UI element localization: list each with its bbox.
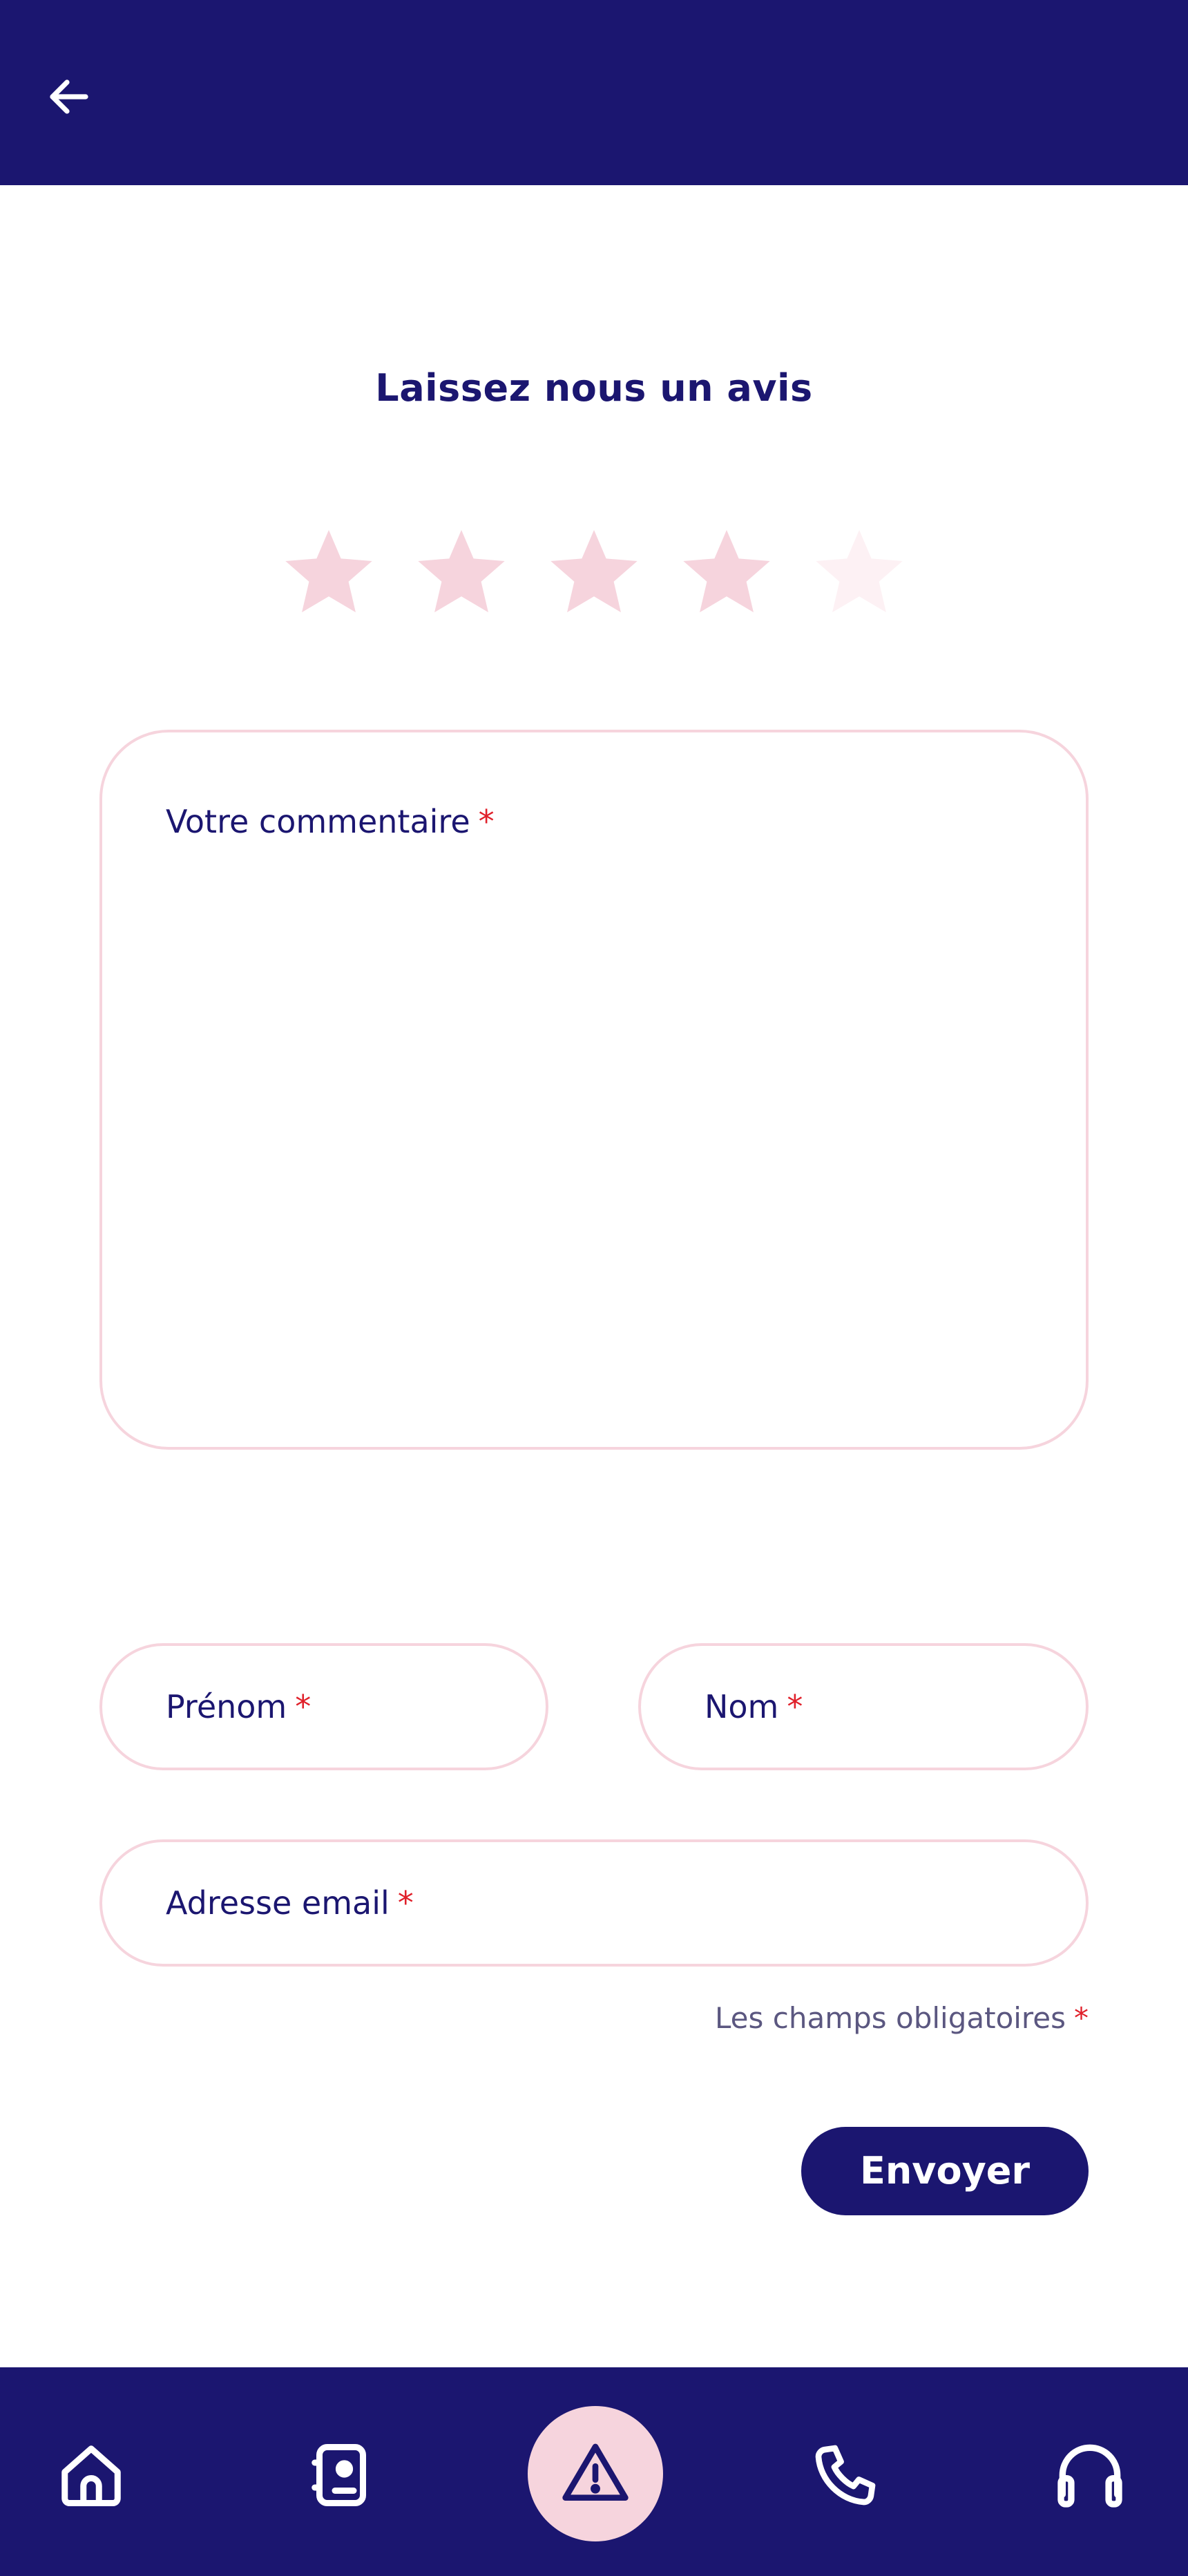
nav-alert[interactable] — [528, 2406, 663, 2541]
home-icon — [61, 2445, 121, 2506]
warning-icon — [562, 2443, 629, 2501]
lastname-field[interactable]: Nom * — [638, 1643, 1089, 1770]
star-rating[interactable] — [0, 522, 1188, 626]
firstname-label: Prénom * — [166, 1688, 312, 1725]
firstname-field[interactable]: Prénom * — [99, 1643, 548, 1770]
headset-icon — [1057, 2444, 1122, 2508]
star-icon[interactable] — [278, 522, 379, 623]
lastname-label: Nom * — [705, 1688, 803, 1725]
nav-documents[interactable] — [300, 2434, 383, 2517]
star-icon[interactable] — [544, 522, 644, 623]
required-asterisk: * — [295, 1688, 312, 1725]
comment-label: Votre commentaire * — [166, 803, 495, 840]
document-icon — [312, 2444, 366, 2506]
bottom-nav — [0, 2367, 1188, 2576]
page-title: Laissez nous un avis — [375, 366, 813, 410]
nav-phone[interactable] — [804, 2434, 887, 2517]
email-label: Adresse email * — [166, 1884, 414, 1922]
required-asterisk: * — [787, 1688, 803, 1725]
send-button[interactable]: Envoyer — [801, 2127, 1089, 2215]
review-screen: Laissez nous un avis Votre commentaire * … — [0, 0, 1188, 2576]
nav-home[interactable] — [50, 2434, 133, 2517]
required-asterisk: * — [1074, 2001, 1089, 2035]
top-bar — [0, 0, 1188, 185]
nav-support[interactable] — [1048, 2434, 1131, 2517]
required-fields-note: Les champs obligatoires * — [715, 2001, 1089, 2035]
required-asterisk: * — [397, 1884, 414, 1922]
required-asterisk: * — [478, 803, 495, 840]
arrow-left-icon — [50, 79, 88, 114]
phone-icon — [815, 2445, 876, 2506]
back-button[interactable] — [36, 64, 102, 130]
star-icon[interactable] — [411, 522, 512, 623]
email-field[interactable]: Adresse email * — [99, 1839, 1089, 1967]
star-icon[interactable] — [676, 522, 777, 623]
comment-field[interactable]: Votre commentaire * — [99, 730, 1089, 1450]
star-icon[interactable] — [809, 522, 910, 623]
